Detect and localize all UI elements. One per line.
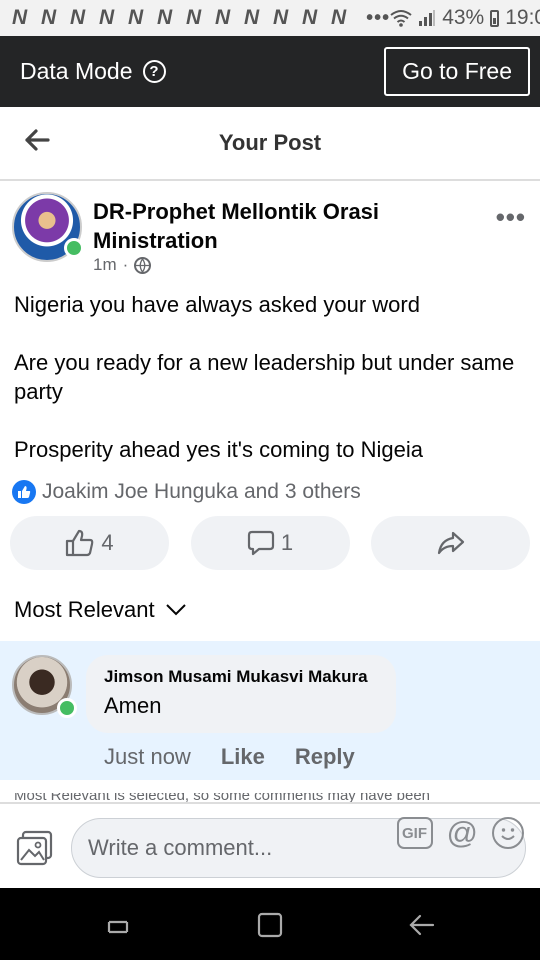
like-button[interactable]: 4 xyxy=(10,516,169,570)
share-icon xyxy=(437,531,464,555)
comment-time: Just now xyxy=(104,744,191,769)
comment-item: Jimson Musami Mukasvi Makura Amen Just n… xyxy=(0,641,540,780)
online-status-icon xyxy=(64,238,84,258)
status-bar: N N N N N N N N N N N N ••• 43% 19:02 xyxy=(0,0,540,36)
comment-reply-button[interactable]: Reply xyxy=(295,744,355,770)
go-to-free-button[interactable]: Go to Free xyxy=(384,47,530,96)
globe-icon xyxy=(134,256,152,274)
home-icon[interactable] xyxy=(255,910,285,940)
wifi-icon xyxy=(390,10,412,27)
system-nav-bar xyxy=(0,888,540,960)
battery-percent: 43% xyxy=(442,6,485,29)
status-right: 43% 19:02 xyxy=(390,6,540,30)
comment-placeholder: Write a comment... xyxy=(88,835,273,860)
signal-icon xyxy=(419,10,436,26)
mention-icon[interactable]: @ xyxy=(447,817,478,849)
back-icon[interactable] xyxy=(407,910,437,940)
composer-icons: GIF @ xyxy=(396,817,524,849)
comment-icon xyxy=(247,530,274,556)
post-time[interactable]: 1m xyxy=(93,255,117,275)
recent-apps-icon[interactable] xyxy=(103,910,133,940)
more-options-icon[interactable]: ••• xyxy=(496,202,526,233)
like-count: 4 xyxy=(101,530,114,555)
photo-icon[interactable] xyxy=(16,830,54,866)
comment-composer: Write a comment... GIF @ xyxy=(0,802,540,888)
share-button[interactable] xyxy=(371,516,530,570)
comment-count: 1 xyxy=(280,530,294,555)
post-header: DR-Prophet Mellontik Orasi Ministration … xyxy=(0,190,540,280)
page-header: Your Post xyxy=(0,107,540,181)
post-meta: 1m · xyxy=(93,255,152,275)
data-mode-bar: Data Mode ? Go to Free xyxy=(0,36,540,107)
comment-button[interactable]: 1 xyxy=(190,516,350,570)
chevron-down-icon xyxy=(165,604,186,616)
comment-like-button[interactable]: Like xyxy=(221,744,265,770)
post-line: Are you ready for a new leadership but u… xyxy=(14,350,515,404)
comment-text: Amen xyxy=(104,693,162,718)
help-icon[interactable]: ? xyxy=(142,60,166,83)
post-author-name[interactable]: DR-Prophet Mellontik Orasi Ministration xyxy=(93,197,453,255)
commenter-name[interactable]: Jimson Musami Mukasvi Makura xyxy=(104,667,378,687)
sort-label: Most Relevant xyxy=(14,597,155,622)
like-reaction-icon xyxy=(12,480,36,504)
post-line: Nigeria you have always asked your word xyxy=(14,292,420,317)
comment-bubble[interactable]: Jimson Musami Mukasvi Makura Amen xyxy=(86,655,396,733)
reactions-summary[interactable]: Joakim Joe Hunguka and 3 others xyxy=(12,480,361,504)
comment-sort-dropdown[interactable]: Most Relevant xyxy=(14,597,187,623)
post-text: Nigeria you have always asked your word … xyxy=(14,290,529,493)
meta-separator: · xyxy=(122,255,129,274)
online-status-icon xyxy=(57,698,77,718)
thumbs-up-icon xyxy=(66,529,94,557)
more-notifications-icon: ••• xyxy=(366,6,391,29)
notification-icons: N N N N N N N N N N N N xyxy=(12,6,351,29)
reactions-text: Joakim Joe Hunguka and 3 others xyxy=(42,480,361,503)
post-line: Prosperity ahead yes it's coming to Nige… xyxy=(14,437,423,462)
battery-icon xyxy=(490,9,500,27)
page-title: Your Post xyxy=(218,130,322,155)
emoji-icon[interactable] xyxy=(492,817,524,849)
data-mode-label: Data Mode xyxy=(20,58,133,84)
comment-meta: Just now Like Reply xyxy=(104,744,355,770)
gif-icon[interactable]: GIF xyxy=(396,817,433,849)
post-actions: 4 1 xyxy=(10,516,530,570)
arrow-left-icon[interactable] xyxy=(22,125,52,155)
clock: 19:02 xyxy=(505,6,540,29)
